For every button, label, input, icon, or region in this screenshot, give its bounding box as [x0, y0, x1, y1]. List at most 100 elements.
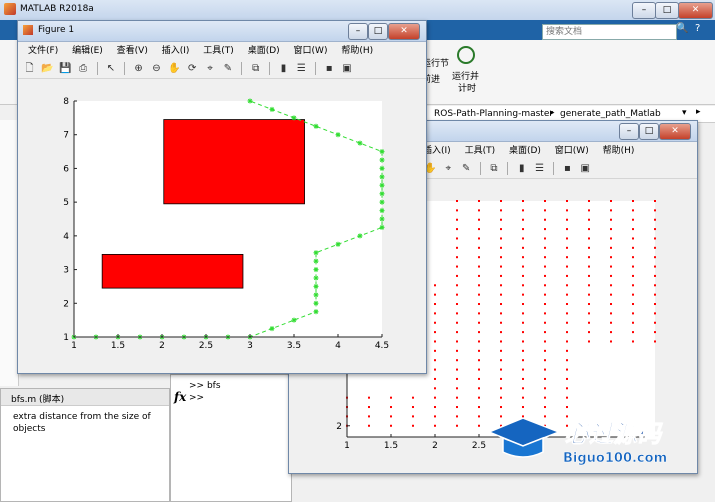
grid-point [522, 256, 524, 259]
show-plot-tools-icon[interactable]: ▣ [341, 62, 354, 75]
ribbon-run-time-2[interactable]: 计时 [458, 81, 476, 94]
grid-point [566, 284, 568, 287]
grid-point [588, 218, 590, 221]
help-icon[interactable]: ? [695, 23, 700, 34]
grid-point [500, 321, 502, 324]
path-marker [335, 132, 341, 138]
close-button[interactable]: ✕ [678, 2, 713, 19]
grid-point [610, 331, 612, 334]
grid-point [368, 424, 370, 427]
figure2-close-button[interactable]: ✕ [659, 123, 691, 140]
edit-plot-icon[interactable]: ↖ [104, 62, 117, 75]
show-plot-tools-icon[interactable]: ▣ [579, 162, 592, 175]
grid-point [456, 228, 458, 231]
grid-point [632, 284, 634, 287]
menu-desktop[interactable]: 桌面(D) [509, 146, 541, 156]
grid-point [456, 293, 458, 296]
grid-point [632, 274, 634, 277]
dropdown-icon[interactable]: ▾ [682, 108, 687, 118]
grid-point [588, 293, 590, 296]
grid-point [588, 228, 590, 231]
grid-point [522, 284, 524, 287]
grid-point [412, 406, 414, 409]
menu-insert[interactable]: 插入(I) [162, 46, 190, 56]
grid-point [478, 359, 480, 362]
legend-icon[interactable]: ☰ [295, 62, 308, 75]
figure1-window: Figure 1 – □ ✕ 文件(F) 编辑(E) 查看(V) 插入(I) 工… [17, 20, 427, 374]
pan-icon[interactable]: ✋ [168, 62, 181, 75]
grid-point [456, 387, 458, 390]
grid-point [456, 209, 458, 212]
grid-point [566, 340, 568, 343]
zoom-in-icon[interactable]: ⊕ [132, 62, 145, 75]
x-tick-label: 1.5 [384, 441, 398, 451]
data-cursor-icon[interactable]: ⌖ [204, 62, 217, 75]
open-file-icon[interactable]: 📂 [41, 62, 54, 75]
x-tick-label: 1 [71, 341, 77, 351]
app-title: MATLAB R2018a [20, 4, 94, 14]
command-prompt: >> [189, 393, 205, 403]
menu-file[interactable]: 文件(F) [28, 46, 58, 56]
zoom-out-icon[interactable]: ⊖ [150, 62, 163, 75]
y-tick-label: 7 [63, 131, 69, 141]
grid-point [588, 274, 590, 277]
menu-view[interactable]: 查看(V) [117, 46, 148, 56]
menu-desktop[interactable]: 桌面(D) [248, 46, 280, 56]
menu-edit[interactable]: 编辑(E) [72, 46, 103, 56]
search-input[interactable]: 搜索文档 [542, 24, 677, 40]
figure1-close-button[interactable]: ✕ [388, 23, 420, 40]
menu-window[interactable]: 窗口(W) [294, 46, 328, 56]
grid-point [610, 228, 612, 231]
colorbar-icon[interactable]: ▮ [515, 162, 528, 175]
command-window[interactable]: >> bfs fx >> [170, 374, 292, 502]
figure1-minimize-button[interactable]: – [348, 23, 368, 40]
menu-tools[interactable]: 工具(T) [203, 46, 234, 56]
rotate-3d-icon[interactable]: ⟳ [186, 62, 199, 75]
grid-point [632, 256, 634, 259]
grid-point [544, 284, 546, 287]
menu-help[interactable]: 帮助(H) [341, 46, 373, 56]
menu-help[interactable]: 帮助(H) [603, 146, 635, 156]
hide-plot-tools-icon[interactable]: ▪ [561, 162, 574, 175]
path-marker [291, 115, 297, 121]
link-icon[interactable]: ⧉ [249, 62, 262, 75]
grid-point [566, 237, 568, 240]
fx-icon[interactable]: fx [174, 390, 186, 404]
colorbar-icon[interactable]: ▮ [277, 62, 290, 75]
brush-icon[interactable]: ✎ [222, 62, 235, 75]
brush-icon[interactable]: ✎ [460, 162, 473, 175]
link-icon[interactable]: ⧉ [488, 162, 501, 175]
matlab-titlebar: MATLAB R2018a – □ ✕ [0, 0, 715, 21]
maximize-button[interactable]: □ [655, 2, 679, 19]
grid-point [544, 396, 546, 399]
grid-point [632, 228, 634, 231]
search-icon[interactable]: 🔍 [676, 23, 690, 38]
grid-point [478, 377, 480, 380]
new-figure-icon[interactable]: 🗋 [23, 62, 36, 75]
grid-point [654, 293, 656, 296]
grid-point [544, 228, 546, 231]
grid-point [500, 284, 502, 287]
figure1-maximize-button[interactable]: □ [368, 23, 388, 40]
grid-point [610, 274, 612, 277]
figure2-maximize-button[interactable]: □ [639, 123, 659, 140]
hide-plot-tools-icon[interactable]: ▪ [323, 62, 336, 75]
path-marker [291, 317, 297, 323]
legend-icon[interactable]: ☰ [533, 162, 546, 175]
minimize-button[interactable]: – [632, 2, 656, 19]
grid-point [544, 303, 546, 306]
breadcrumb-item[interactable]: ROS-Path-Planning-master [434, 109, 553, 119]
figure2-minimize-button[interactable]: – [619, 123, 639, 140]
menu-window[interactable]: 窗口(W) [555, 146, 589, 156]
menu-tools[interactable]: 工具(T) [465, 146, 496, 156]
grid-point [654, 331, 656, 334]
grid-point [412, 396, 414, 399]
grid-point [522, 331, 524, 334]
data-cursor-icon[interactable]: ⌖ [442, 162, 455, 175]
menu-insert[interactable]: 插入(I) [423, 146, 451, 156]
browse-icon[interactable]: ▸ [696, 107, 701, 117]
breadcrumb-item[interactable]: generate_path_Matlab [560, 109, 661, 119]
save-icon[interactable]: 💾 [59, 62, 72, 75]
print-icon[interactable]: ⎙ [77, 62, 90, 75]
grid-point [456, 218, 458, 221]
